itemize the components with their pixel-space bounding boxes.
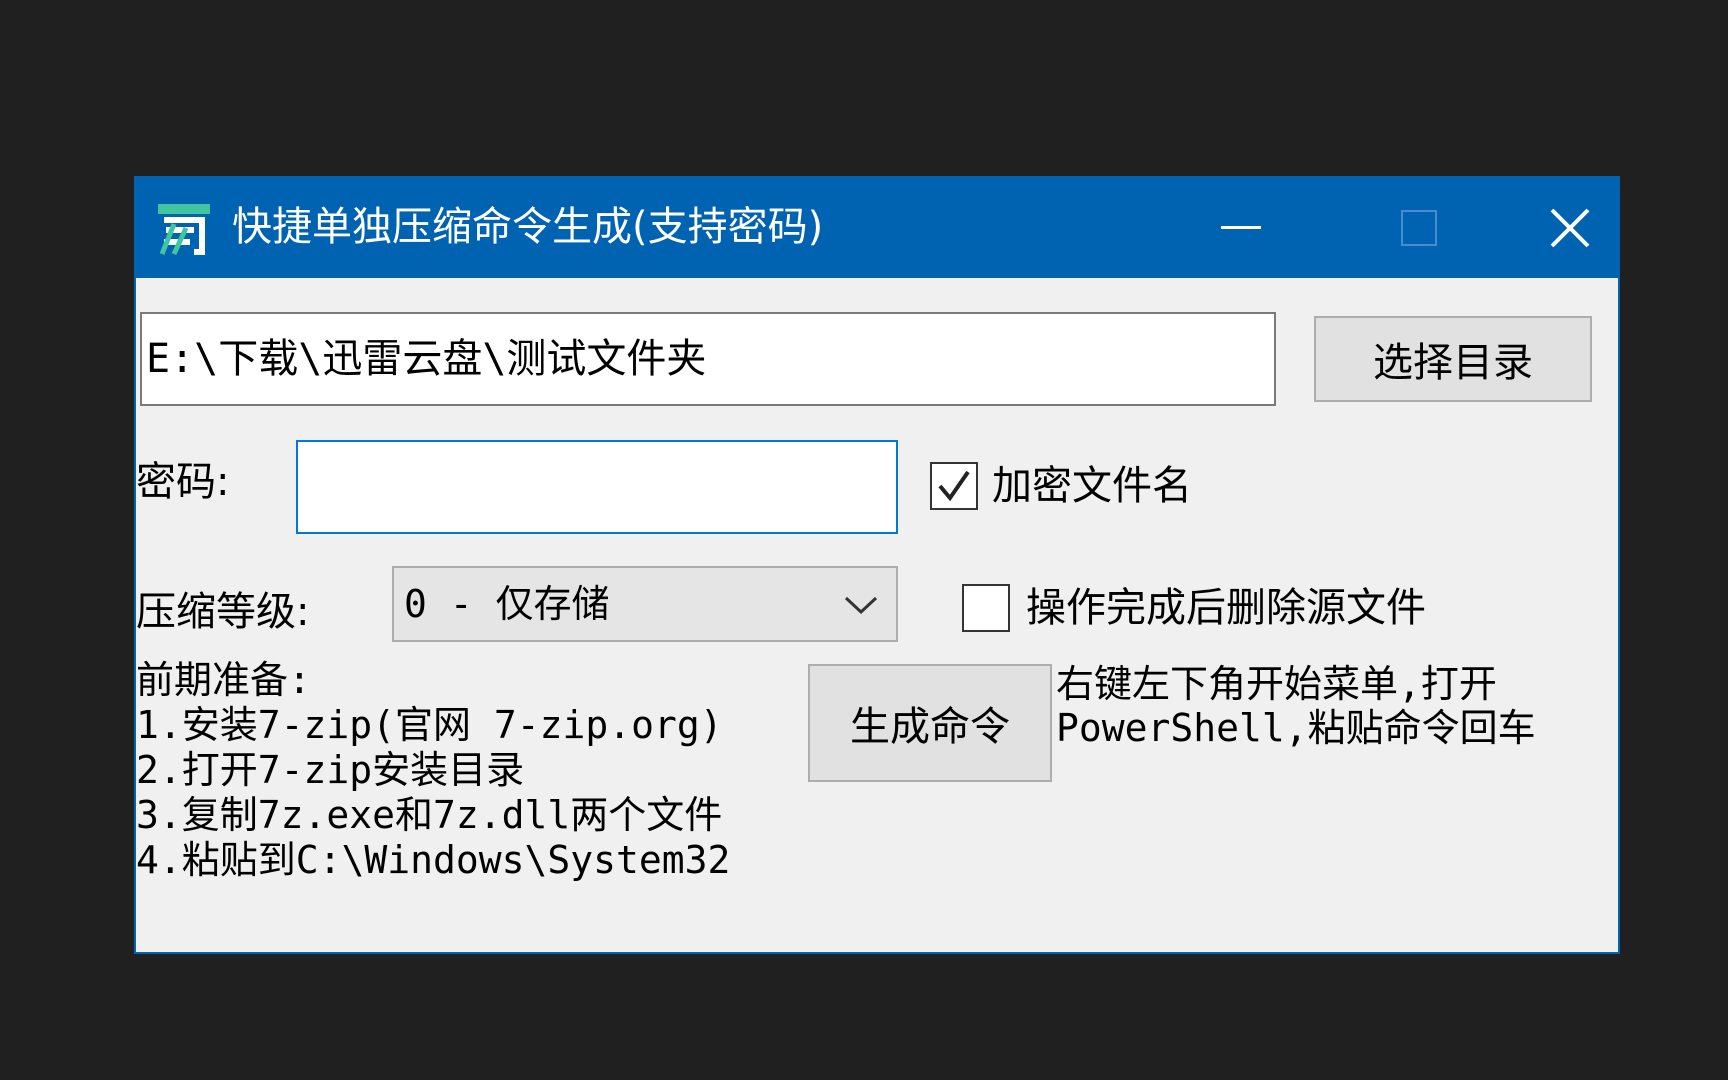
- usage-hint: 右键左下角开始菜单,打开 PowerShell,粘贴命令回车: [1056, 662, 1536, 750]
- prep-step: 1.安装7-zip(官网 7-zip.org): [136, 703, 723, 747]
- password-label: 密码:: [136, 459, 230, 505]
- prep-step: 2.打开7-zip安装目录: [136, 748, 525, 792]
- preparation-instructions: 前期准备: 1.安装7-zip(官网 7-zip.org) 2.打开7-zip安…: [136, 658, 730, 883]
- hint-line: 右键左下角开始菜单,打开: [1056, 662, 1497, 706]
- hint-line: PowerShell,粘贴命令回车: [1056, 706, 1536, 750]
- maximize-icon: [1401, 210, 1437, 246]
- window-title: 快捷单独压缩命令生成(支持密码): [232, 204, 824, 250]
- prep-title: 前期准备:: [136, 658, 311, 702]
- directory-path-input[interactable]: E:\下载\迅雷云盘\测试文件夹: [140, 312, 1276, 406]
- maximize-button[interactable]: [1344, 178, 1494, 278]
- chevron-down-icon: [844, 596, 878, 615]
- minimize-icon: [1221, 226, 1261, 229]
- generate-command-button[interactable]: 生成命令: [808, 664, 1052, 782]
- choose-directory-button[interactable]: 选择目录: [1314, 316, 1592, 402]
- app-logo-icon: [158, 204, 210, 256]
- encrypt-filenames-label[interactable]: 加密文件名: [992, 462, 1192, 510]
- compression-level-select[interactable]: 0 - 仅存储: [392, 566, 898, 642]
- delete-source-checkbox[interactable]: [962, 584, 1010, 632]
- title-bar[interactable]: 快捷单独压缩命令生成(支持密码): [136, 178, 1618, 278]
- compression-level-label: 压缩等级:: [136, 589, 310, 635]
- prep-step: 4.粘贴到C:\Windows\System32: [136, 838, 731, 882]
- app-window: 快捷单独压缩命令生成(支持密码) E:\下载\迅雷云盘\测试文件夹 选择目录 密…: [134, 176, 1620, 954]
- close-icon: [1550, 208, 1590, 248]
- prep-step: 3.复制7z.exe和7z.dll两个文件: [136, 793, 723, 837]
- minimize-button[interactable]: [1166, 178, 1316, 278]
- compression-level-value: 0 - 仅存储: [404, 582, 610, 626]
- delete-source-label[interactable]: 操作完成后删除源文件: [1026, 584, 1426, 632]
- password-input[interactable]: [296, 440, 898, 534]
- close-button[interactable]: [1520, 178, 1620, 278]
- encrypt-filenames-checkbox[interactable]: [930, 462, 978, 510]
- checkmark-icon: [938, 470, 970, 502]
